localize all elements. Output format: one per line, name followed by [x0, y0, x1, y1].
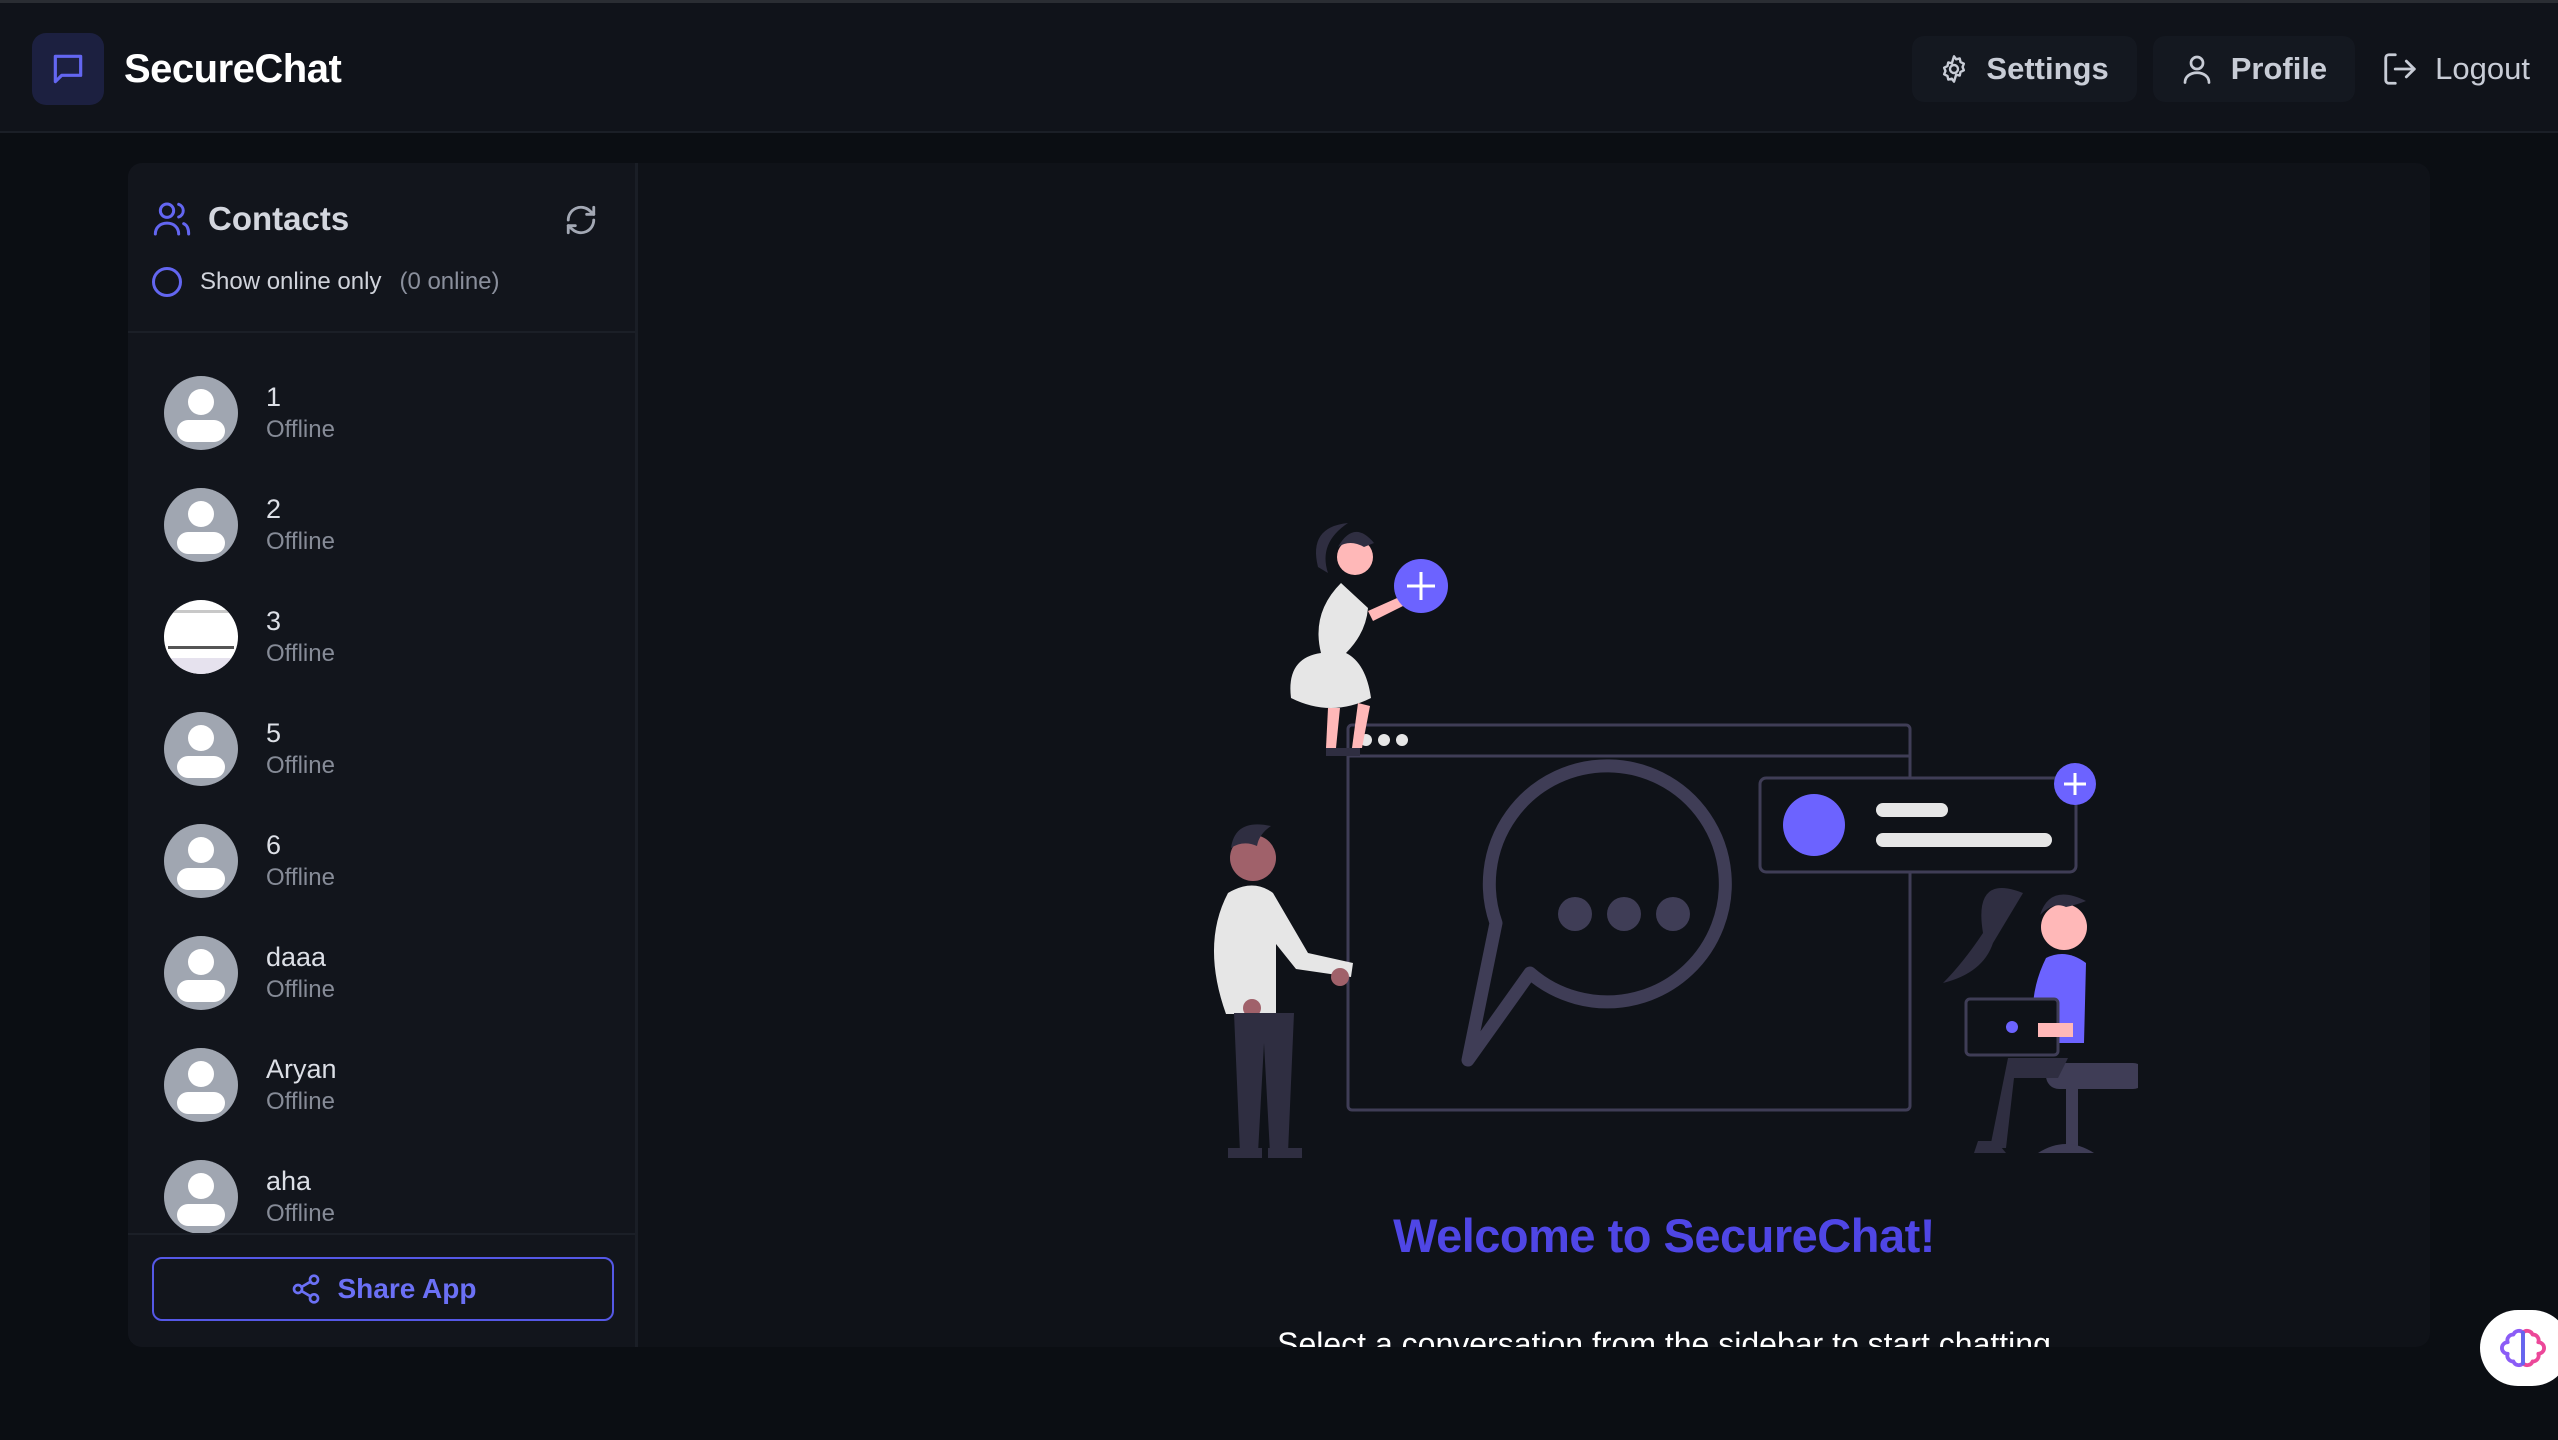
contact-item[interactable]: 5 Offline: [128, 693, 635, 805]
contact-status: Offline: [266, 1088, 335, 1115]
contact-item[interactable]: daaa Offline: [128, 917, 635, 1029]
sidebar-footer: Share App: [128, 1233, 635, 1347]
online-only-checkbox[interactable]: [152, 267, 182, 297]
logout-icon: [2384, 53, 2416, 85]
contact-name: daaa: [266, 942, 327, 972]
user-icon: [2183, 55, 2211, 84]
default-avatar-icon: [164, 712, 238, 786]
contact-status: Offline: [266, 752, 335, 779]
chat-bubble-icon: [32, 33, 104, 105]
contact-name: 3: [266, 606, 282, 636]
settings-label: Settings: [1986, 51, 2109, 86]
contact-status: Offline: [266, 416, 335, 443]
default-avatar-icon: [164, 824, 238, 898]
brand[interactable]: SecureChat: [32, 33, 342, 105]
contacts-title: Contacts: [152, 199, 349, 239]
contact-item[interactable]: 1 Offline: [128, 357, 635, 469]
contact-item[interactable]: 3 Offline: [128, 581, 635, 693]
main-panel: Contacts Show online only (0 online) 1 Of…: [128, 163, 2430, 1347]
default-avatar-icon: [164, 1048, 238, 1122]
contacts-sidebar: Contacts Show online only (0 online) 1 Of…: [128, 163, 638, 1347]
share-app-label: Share App: [337, 1273, 477, 1304]
refresh-button[interactable]: [564, 203, 598, 242]
default-avatar-icon: [164, 1160, 238, 1234]
welcome-title: Welcome to SecureChat!: [1393, 1209, 1935, 1262]
contact-name: 5: [266, 718, 282, 748]
contact-list: 1 Offline 2 Offline 3 Offline 5 Offline 6 Off…: [128, 357, 635, 1253]
contact-item[interactable]: 6 Offline: [128, 805, 635, 917]
share-icon: [292, 1274, 319, 1304]
contact-status: Offline: [266, 864, 335, 891]
sidebar-header: Contacts Show online only (0 online): [128, 163, 635, 333]
contact-name: aha: [266, 1166, 312, 1196]
default-avatar-icon: [164, 488, 238, 562]
man-figure-icon: [1213, 824, 1353, 1158]
share-app-button[interactable]: Share App: [152, 1257, 614, 1321]
online-count: (0 online): [399, 268, 500, 295]
logout-button[interactable]: Logout: [2371, 36, 2530, 102]
welcome-illustration: [1213, 523, 2138, 1158]
contacts-heading: Contacts: [208, 200, 350, 237]
woman-figure-icon: [1290, 523, 1448, 756]
contact-status: Offline: [266, 1200, 335, 1227]
assistant-widget-button[interactable]: [2480, 1310, 2558, 1386]
profile-label: Profile: [2230, 51, 2328, 86]
top-navbar: SecureChat Settings Profile Logout: [0, 3, 2558, 133]
contact-item[interactable]: Aryan Offline: [128, 1029, 635, 1141]
woman-laptop-figure-icon: [1943, 888, 2138, 1153]
app-name: SecureChat: [124, 46, 342, 91]
contact-name: 6: [266, 830, 282, 860]
welcome-subtitle: Select a conversation from the sidebar t…: [1277, 1326, 2051, 1347]
contact-name: Aryan: [266, 1054, 337, 1084]
profile-button[interactable]: Profile: [2152, 36, 2356, 102]
contact-name: 2: [266, 494, 282, 524]
default-avatar-icon: [164, 936, 238, 1010]
contact-card-icon: [1758, 763, 2096, 874]
nav-actions: Settings Profile Logout: [1896, 36, 2530, 102]
logout-label: Logout: [2435, 51, 2530, 86]
contact-status: Offline: [266, 528, 335, 555]
speech-bubble-icon: [1461, 759, 1732, 1067]
contact-name: 1: [266, 382, 282, 412]
photo-avatar: [164, 600, 238, 674]
gear-icon: [1943, 55, 1966, 83]
settings-button[interactable]: Settings: [1912, 36, 2137, 102]
contact-item[interactable]: 2 Offline: [128, 469, 635, 581]
users-icon: [153, 202, 191, 236]
contact-status: Offline: [266, 976, 335, 1003]
brain-icon: [2500, 1328, 2546, 1368]
default-avatar-icon: [164, 376, 238, 450]
online-only-toggle[interactable]: Show online only (0 online): [152, 267, 500, 297]
contact-status: Offline: [266, 640, 335, 667]
refresh-icon: [566, 205, 596, 235]
online-only-label: Show online only: [200, 268, 382, 295]
